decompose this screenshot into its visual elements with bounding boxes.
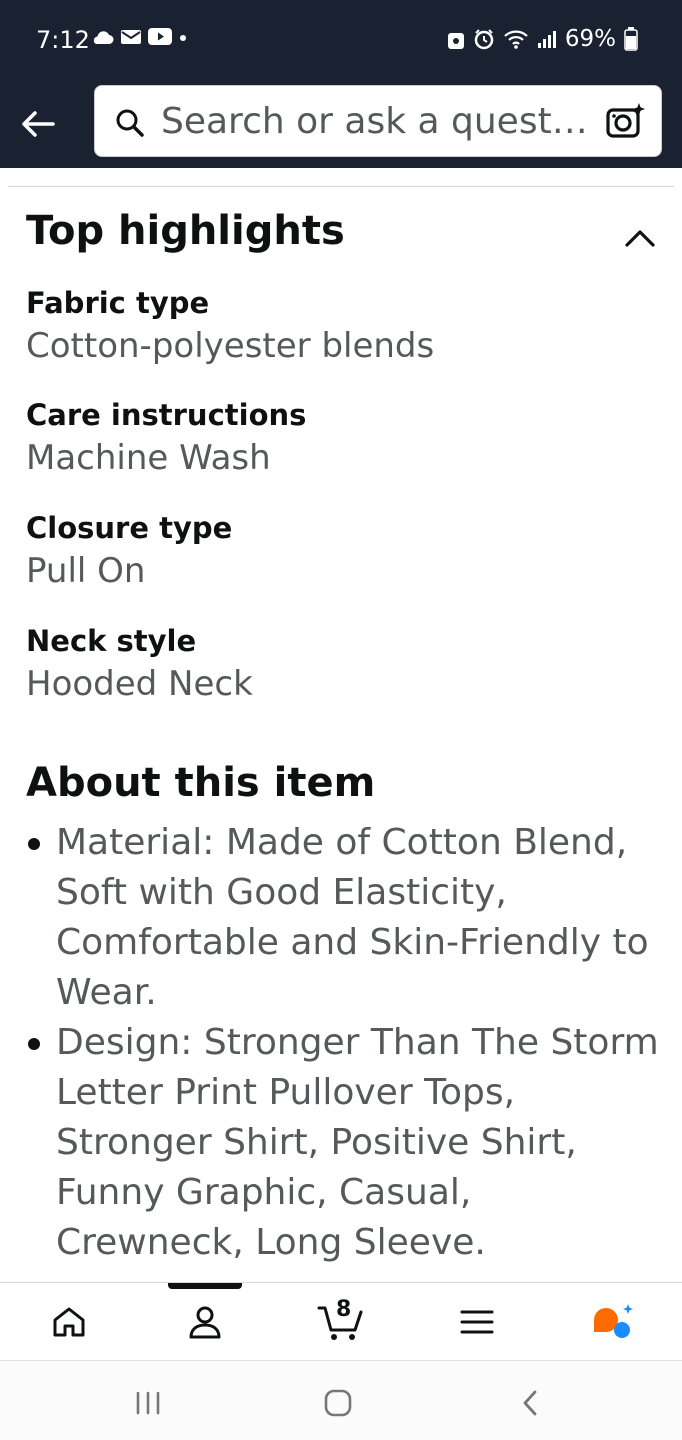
search-header — [0, 84, 682, 168]
nav-account[interactable] — [180, 1299, 230, 1345]
status-time: 7:12 — [36, 26, 90, 54]
spec-label: Neck style — [26, 624, 197, 658]
search-input[interactable] — [161, 96, 591, 146]
about-item-heading: About this item — [26, 760, 376, 806]
search-icon — [116, 109, 144, 137]
spec-care-instructions: Care instructions Machine Wash — [26, 398, 306, 482]
recent-apps-button[interactable] — [126, 1383, 170, 1423]
spec-value: Hooded Neck — [26, 664, 253, 704]
spec-label: Closure type — [26, 511, 233, 545]
active-tab-indicator — [168, 1283, 242, 1289]
spec-label: Fabric type — [26, 286, 210, 320]
chevron-up-icon — [625, 230, 655, 247]
alarm-icon — [474, 29, 494, 50]
divider — [8, 186, 674, 187]
nav-home[interactable] — [44, 1299, 94, 1345]
battery-icon — [624, 27, 638, 51]
spec-closure-type: Closure type Pull On — [26, 511, 232, 595]
nav-cart[interactable]: 8 — [316, 1297, 366, 1345]
top-highlights-heading: Top highlights — [26, 208, 345, 254]
about-bullet-list: Material: Made of Cotton Blend, Soft wit… — [26, 818, 666, 1268]
home-circle-icon — [324, 1389, 352, 1417]
back-button[interactable] — [16, 102, 60, 146]
spec-value: Cotton-polyester blends — [26, 326, 435, 366]
status-bar: 7:12 69% — [0, 0, 682, 84]
lock-app-icon — [447, 33, 464, 49]
spec-fabric-type: Fabric type Cotton-polyester blends — [26, 286, 434, 370]
spec-value: Pull On — [26, 551, 146, 591]
spec-neck-style: Neck style Hooded Neck — [26, 624, 253, 708]
dot-icon — [180, 34, 186, 41]
system-navigation-bar — [0, 1360, 682, 1440]
signal-icon — [537, 31, 556, 48]
battery-percent: 69% — [564, 26, 616, 52]
cart-count-badge: 8 — [336, 1297, 352, 1322]
hamburger-menu-icon — [460, 1310, 494, 1334]
nav-menu[interactable] — [452, 1299, 502, 1345]
collapse-button[interactable] — [618, 216, 662, 260]
list-item: Design: Stronger Than The Storm Letter P… — [26, 1018, 666, 1268]
notification-icons — [90, 28, 188, 45]
person-icon — [189, 1306, 221, 1339]
spec-value: Machine Wash — [26, 438, 271, 478]
cloud-icon — [93, 30, 114, 44]
recent-apps-icon — [136, 1391, 160, 1415]
chevron-left-icon — [523, 1390, 537, 1416]
nav-rufus[interactable] — [588, 1299, 638, 1345]
rufus-assistant-icon — [594, 1304, 633, 1338]
wifi-icon — [504, 30, 528, 49]
camera-search-icon[interactable] — [603, 100, 647, 144]
search-bar[interactable] — [94, 85, 662, 157]
list-item: Material: Made of Cotton Blend, Soft wit… — [26, 818, 666, 1018]
system-back-button[interactable] — [508, 1383, 552, 1423]
back-arrow-icon — [22, 111, 55, 137]
status-right-icons: 69% — [447, 26, 638, 52]
mail-icon — [121, 29, 141, 44]
spec-label: Care instructions — [26, 398, 307, 432]
home-icon — [53, 1307, 85, 1337]
bottom-navigation: 8 — [0, 1282, 682, 1360]
youtube-icon — [148, 28, 172, 45]
home-button[interactable] — [316, 1383, 360, 1423]
